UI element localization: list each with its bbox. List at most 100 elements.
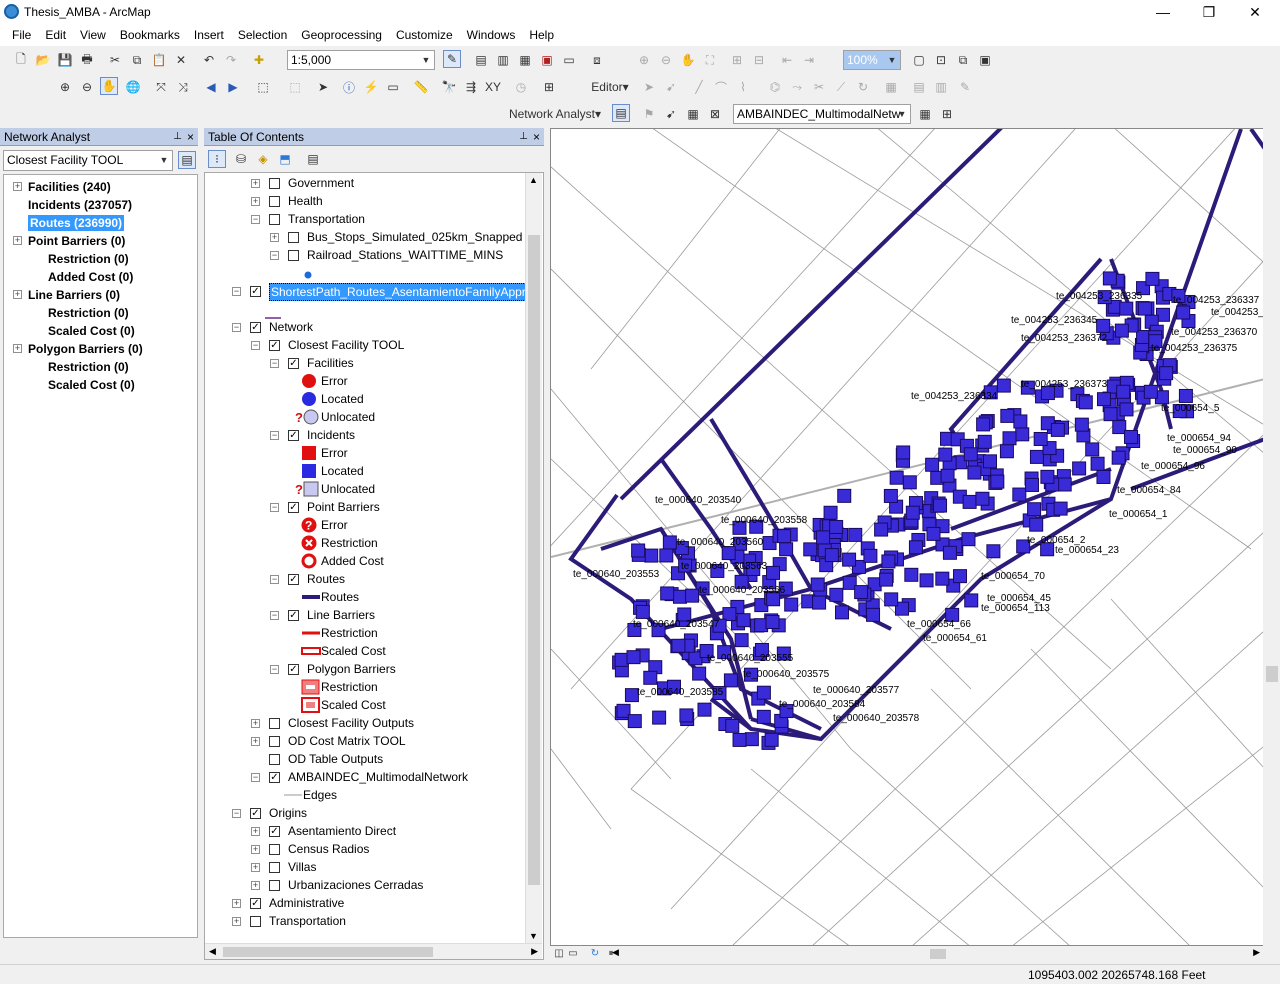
layer-visibility-checkbox[interactable]: ✓ — [250, 898, 261, 909]
layer-visibility-checkbox[interactable] — [288, 232, 299, 243]
new-document-icon[interactable]: 🗋 — [12, 51, 30, 69]
toc-layer-label[interactable]: Unlocated — [321, 481, 375, 497]
expand-icon[interactable]: + — [251, 863, 260, 872]
scroll-thumb[interactable] — [528, 235, 540, 885]
go-to-xy-icon[interactable]: XY — [484, 78, 502, 96]
create-features-icon[interactable]: ▥ — [932, 78, 950, 96]
scroll-down-icon[interactable]: ▼ — [529, 931, 538, 941]
menu-bookmarks[interactable]: Bookmarks — [113, 24, 187, 46]
collapse-icon[interactable]: − — [232, 323, 241, 332]
solve-icon[interactable]: ⊠ — [706, 105, 724, 123]
red-square-icon[interactable] — [301, 445, 317, 464]
menu-edit[interactable]: Edit — [38, 24, 73, 46]
toc-layer-label[interactable]: AMBAINDEC_MultimodalNetwork — [288, 769, 468, 785]
toc-layer-label[interactable]: Scaled Cost — [321, 643, 386, 659]
full-extent-icon[interactable]: 🌐 — [124, 78, 142, 96]
redo-icon[interactable]: ↷ — [222, 51, 240, 69]
cut-icon[interactable]: ✂ — [106, 51, 124, 69]
layer-visibility-checkbox[interactable] — [250, 916, 261, 927]
scroll-right-icon[interactable]: ▶ — [531, 946, 538, 957]
toc-layer-label[interactable]: Restriction — [321, 535, 378, 551]
toc-options-icon[interactable]: ▤ — [304, 150, 322, 168]
collapse-icon[interactable]: − — [270, 359, 279, 368]
arctoolbox-icon[interactable]: ▣ — [538, 51, 556, 69]
map-view[interactable]: te_004253_236335 te_004253_236337 te_00425… — [550, 128, 1264, 946]
na-tree-item[interactable]: Line Barriers (0) — [28, 287, 120, 303]
scroll-left-icon[interactable]: ◀ — [209, 946, 216, 957]
route-line-icon[interactable] — [301, 589, 321, 608]
measure-icon[interactable]: 📏 — [412, 78, 430, 96]
hyperlink-icon[interactable]: ⚡ — [362, 78, 380, 96]
select-move-location-icon[interactable]: ➹ — [662, 105, 680, 123]
copy-icon[interactable]: ⧉ — [128, 51, 146, 69]
layer-visibility-checkbox[interactable] — [288, 250, 299, 261]
rotate-icon[interactable]: ↻ — [854, 78, 872, 96]
split-icon[interactable]: ⟋ — [832, 78, 850, 96]
table-of-contents-icon[interactable]: ▤ — [472, 51, 490, 69]
zoom-in-icon[interactable]: ⊕ — [56, 78, 74, 96]
toc-layer-label[interactable]: OD Table Outputs — [288, 751, 383, 767]
unloc-circle-icon[interactable]: ? — [295, 409, 319, 428]
map-scroll-left-icon[interactable]: ◀ — [612, 947, 619, 958]
editor-toolbar-icon[interactable]: ✎ — [443, 50, 461, 68]
map-vertical-scrollbar[interactable] — [1263, 128, 1280, 946]
sketch-properties-icon[interactable]: ▤ — [910, 78, 928, 96]
menu-file[interactable]: File — [5, 24, 38, 46]
expand-icon[interactable]: + — [232, 917, 241, 926]
build-network-icon[interactable]: ▦ — [684, 105, 702, 123]
undo-icon[interactable]: ↶ — [200, 51, 218, 69]
expand-icon[interactable]: + — [251, 737, 260, 746]
restriction-x-icon[interactable] — [301, 535, 317, 554]
map-scroll-right-icon[interactable]: ▶ — [1253, 947, 1260, 958]
add-data-icon[interactable]: ✚ — [250, 51, 268, 69]
html-popup-icon[interactable]: ▭ — [384, 78, 402, 96]
network-identify-icon[interactable]: ▦ — [916, 105, 934, 123]
back-extent-icon[interactable]: ◀ — [202, 78, 220, 96]
na-tree-item[interactable]: Facilities (240) — [28, 179, 111, 195]
collapse-icon[interactable]: − — [270, 503, 279, 512]
layer-visibility-checkbox[interactable] — [269, 736, 280, 747]
toc-layer-label[interactable]: Added Cost — [321, 553, 384, 569]
scaled-line-icon[interactable] — [301, 643, 321, 662]
collapse-icon[interactable]: − — [232, 809, 241, 818]
expand-icon[interactable]: + — [13, 344, 22, 353]
build-icon[interactable]: ⊞ — [938, 105, 956, 123]
layer-visibility-checkbox[interactable]: ✓ — [288, 502, 299, 513]
straight-segment-icon[interactable]: ╱ — [690, 78, 708, 96]
attributes-icon[interactable]: ▦ — [882, 78, 900, 96]
toc-layer-label[interactable]: Scaled Cost — [321, 697, 386, 713]
minimize-button[interactable]: — — [1140, 0, 1186, 24]
error-q-icon[interactable]: ? — [301, 517, 317, 536]
na-tree-item[interactable]: Restriction (0) — [48, 359, 129, 375]
menu-customize[interactable]: Customize — [389, 24, 460, 46]
toc-layer-label[interactable]: Polygon Barriers — [307, 661, 396, 677]
edges-line-icon[interactable] — [283, 787, 303, 806]
create-network-location-icon[interactable]: ⚑ — [640, 105, 658, 123]
layer-visibility-checkbox[interactable]: ✓ — [250, 808, 261, 819]
menu-help[interactable]: Help — [522, 24, 561, 46]
close-button[interactable]: ✕ — [1232, 0, 1278, 24]
scale-dropdown[interactable]: 1:5,000 ▼ — [287, 50, 435, 70]
pin-icon[interactable]: ⊥ — [519, 128, 528, 146]
na-tree-item[interactable]: Routes (236990) — [28, 215, 125, 231]
collapse-icon[interactable]: − — [270, 251, 279, 260]
toc-layer-label[interactable]: Closest Facility Outputs — [288, 715, 414, 731]
python-window-icon[interactable]: ▭ — [560, 51, 578, 69]
toc-layer-label[interactable]: Asentamiento Direct — [288, 823, 396, 839]
toc-layer-label[interactable]: Routes — [321, 589, 359, 605]
collapse-icon[interactable]: − — [270, 665, 279, 674]
toc-layer-label[interactable]: Health — [288, 193, 323, 209]
menu-view[interactable]: View — [73, 24, 113, 46]
toc-layer-label[interactable]: Restriction — [321, 679, 378, 695]
maximize-button[interactable]: ❐ — [1186, 0, 1232, 24]
toc-close-icon[interactable]: × — [533, 128, 540, 146]
expand-icon[interactable]: + — [251, 179, 260, 188]
menu-geoprocessing[interactable]: Geoprocessing — [294, 24, 389, 46]
layout-zoom-in-icon[interactable]: ⊕ — [635, 51, 653, 69]
identify-icon[interactable]: ⓘ — [340, 78, 358, 96]
find-icon[interactable]: 🔭 — [440, 78, 458, 96]
toc-layer-label[interactable]: Transportation — [269, 913, 346, 929]
zoom-out-icon[interactable]: ⊖ — [78, 78, 96, 96]
layer-visibility-checkbox[interactable]: ✓ — [288, 358, 299, 369]
refresh-icon[interactable]: ↻ — [588, 946, 602, 960]
